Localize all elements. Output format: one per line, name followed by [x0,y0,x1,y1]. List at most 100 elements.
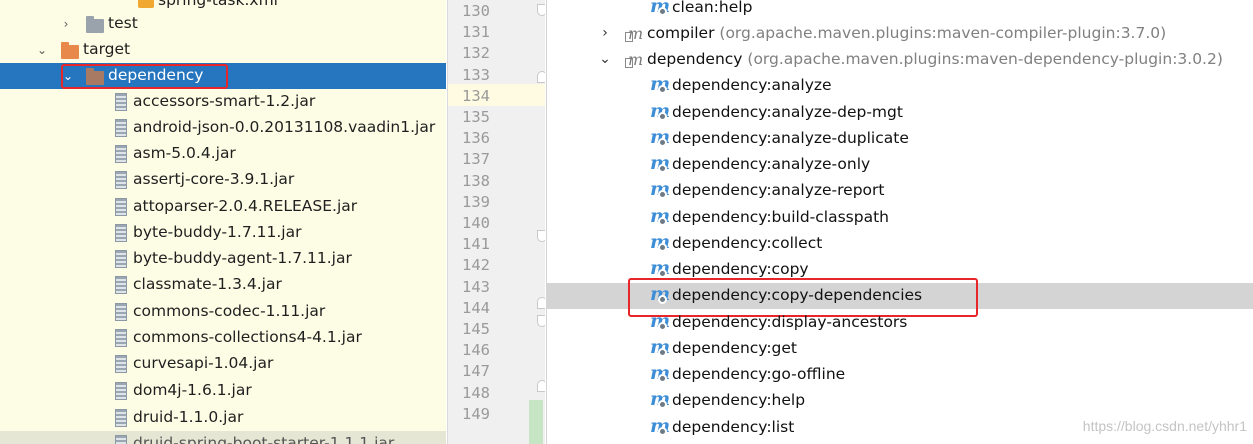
line-number: 134 [462,86,490,105]
maven-goal-icon: m [650,205,671,227]
maven-plugin-label: dependency (org.apache.maven.plugins:mav… [647,50,1223,68]
tree-item-label: assertj-core-3.9.1.jar [133,170,295,188]
maven-plugin-icon: m [625,24,645,44]
maven-goal-item[interactable]: m dependency:collect [547,231,1253,257]
fold-marker-icon[interactable] [537,380,545,392]
tree-item-jar[interactable]: classmate-1.3.4.jar [0,272,446,298]
chevron-right-icon[interactable]: › [60,17,72,31]
line-number: 148 [462,383,490,402]
maven-goal-label: dependency:analyze-report [672,181,885,199]
maven-goal-item[interactable]: m dependency:analyze-report [547,178,1253,204]
maven-goal-label: dependency:build-classpath [672,208,889,226]
line-number: 140 [462,214,490,232]
tree-item-jar[interactable]: accessors-smart-1.2.jar [0,89,446,115]
maven-goal-item[interactable]: mclean:help [547,0,1253,21]
fold-marker-icon[interactable] [537,4,545,16]
maven-goal-icon: m [650,100,671,122]
project-tree-panel: spring-task.xml › test ⌄ target ⌄ dependency a… [0,0,446,444]
tree-item-jar[interactable]: asm-5.0.4.jar [0,141,446,167]
maven-goal-icon: m [650,257,671,279]
maven-goal-item[interactable]: m dependency:display-ancestors [547,310,1253,336]
plugin-coordinates: (org.apache.maven.plugins:maven-compiler… [719,24,1167,42]
tree-item-jar[interactable]: curvesapi-1.04.jar [0,351,446,377]
line-number: 147 [462,362,490,381]
maven-goal-item[interactable]: m dependency:get [547,336,1253,362]
tree-item-label: classmate-1.3.4.jar [133,275,282,293]
tree-item-jar[interactable]: druid-1.1.0.jar [0,405,446,431]
line-number: 130 [462,2,490,20]
tree-item-jar[interactable]: attoparser-2.0.4.RELEASE.jar [0,194,446,220]
maven-goal-icon: m [650,362,671,384]
tree-item-label: spring-task.xml [158,0,278,9]
maven-goal-item[interactable]: m dependency:help [547,388,1253,414]
folder-icon [86,16,104,33]
tree-item-jar[interactable]: byte-buddy-agent-1.7.11.jar [0,246,446,272]
maven-goal-label: dependency:list [672,418,795,436]
fold-marker-icon[interactable] [537,297,545,309]
jar-file-icon [115,435,127,444]
maven-goal-label: dependency:analyze-dep-mgt [672,103,903,121]
chevron-down-icon[interactable]: ⌄ [36,43,48,57]
tree-item-jar[interactable]: druid-spring-boot-starter-1.1.1.jar [0,431,446,444]
line-number: 138 [462,171,490,190]
line-number: 143 [462,277,490,296]
maven-goal-icon: m [650,415,671,437]
line-number: 146 [462,341,490,360]
fold-marker-icon[interactable] [537,315,545,327]
maven-goal-icon: m [650,73,671,95]
tree-item-label: commons-codec-1.11.jar [133,302,326,320]
vcs-change-marker [529,400,543,444]
tree-item-jar[interactable]: commons-codec-1.11.jar [0,299,446,325]
maven-goal-item[interactable]: m dependency:analyze-dep-mgt [547,100,1253,126]
fold-marker-icon[interactable] [537,230,545,242]
maven-goal-label: dependency:help [672,391,806,409]
chevron-right-icon[interactable]: › [598,25,612,41]
tree-item-jar[interactable]: android-json-0.0.20131108.vaadin1.jar [0,115,446,141]
folder-icon [61,42,79,59]
line-number: 141 [462,235,490,254]
maven-goal-label: dependency:analyze-only [672,155,871,173]
tree-item-label: byte-buddy-agent-1.7.11.jar [133,249,352,267]
tree-item-label: attoparser-2.0.4.RELEASE.jar [133,197,358,215]
maven-goal-icon: m [650,0,670,17]
line-number: 139 [462,192,490,211]
jar-file-icon [115,119,127,137]
editor-gutter: 130 131 132 133 134 135 136 137 138 139 140 141 142 1… [447,0,545,444]
fold-marker-icon[interactable] [537,71,545,83]
maven-goal-label: dependency:analyze [672,76,832,94]
tree-item-jar[interactable]: commons-collections4-4.1.jar [0,325,446,351]
maven-goal-item[interactable]: m dependency:analyze-only [547,152,1253,178]
plugin-name: dependency [647,50,743,68]
line-number: 142 [462,256,490,275]
maven-goal-icon: m [650,178,671,200]
maven-goal-item[interactable]: m dependency:analyze-duplicate [547,126,1253,152]
maven-plugin-compiler[interactable]: › m compiler (org.apache.maven.plugins:mav… [547,21,1253,47]
maven-goal-icon: m [650,152,671,174]
tree-item-test[interactable]: › test [0,11,446,37]
jar-file-icon [115,198,127,216]
maven-goal-item[interactable]: m dependency:build-classpath [547,205,1253,231]
jar-file-icon [115,224,127,242]
maven-goal-label: dependency:analyze-duplicate [672,129,909,147]
maven-goal-icon: m [650,231,671,253]
line-number: 136 [462,129,490,148]
line-number: 131 [462,23,490,42]
tree-item-jar[interactable]: byte-buddy-1.7.11.jar [0,220,446,246]
tree-item-jar[interactable]: dom4j-1.6.1.jar [0,378,446,404]
jar-file-icon [115,171,127,189]
maven-goal-icon: m [650,126,671,148]
line-number: 145 [462,320,490,338]
tree-item-target[interactable]: ⌄ target [0,37,446,63]
line-number: 133 [462,65,490,84]
maven-goal-icon: m [650,310,671,332]
tree-item-jar[interactable]: assertj-core-3.9.1.jar [0,167,446,193]
tree-item-label: byte-buddy-1.7.11.jar [133,223,302,241]
maven-goal-item[interactable]: m dependency:go-offline [547,362,1253,388]
chevron-down-icon[interactable]: ⌄ [598,51,612,67]
maven-goal-label: dependency:display-ancestors [672,313,908,331]
jar-file-icon [115,303,127,321]
jar-file-icon [115,355,127,373]
maven-goal-item[interactable]: m dependency:analyze [547,73,1253,99]
jar-file-icon [115,329,127,347]
maven-plugin-dependency[interactable]: ⌄ m dependency (org.apache.maven.plugins:m… [547,47,1253,73]
